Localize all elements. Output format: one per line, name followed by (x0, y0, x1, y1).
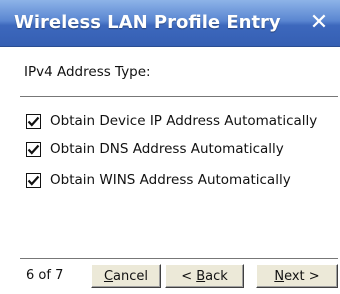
back-accel: B (196, 268, 206, 284)
cancel-button[interactable]: Cancel (91, 264, 161, 288)
obtain-device-ip-checkbox[interactable]: Obtain Device IP Address Automatically (26, 111, 317, 131)
checkbox-box[interactable] (26, 172, 41, 188)
checkbox-box[interactable] (26, 141, 41, 157)
window-title: Wireless LAN Profile Entry (14, 12, 281, 33)
next-rest: ext > (284, 268, 320, 284)
obtain-dns-label: Obtain DNS Address Automatically (50, 141, 284, 157)
next-button[interactable]: Next > (256, 264, 338, 288)
back-rest: ack (205, 268, 228, 284)
back-prefix: < (181, 268, 197, 284)
obtain-device-ip-label: Obtain Device IP Address Automatically (50, 113, 318, 129)
next-accel: N (274, 268, 285, 284)
ipv4-address-type-label: IPv4 Address Type: (24, 64, 151, 80)
checkbox-box[interactable] (26, 113, 41, 129)
obtain-dns-checkbox[interactable]: Obtain DNS Address Automatically (26, 139, 284, 159)
top-divider (20, 96, 338, 97)
obtain-wins-checkbox[interactable]: Obtain WINS Address Automatically (26, 170, 291, 190)
checkmark-icon (27, 116, 40, 127)
cancel-accel: C (103, 268, 114, 284)
wizard-footer: 6 of 7 Cancel < Back Next > (0, 262, 340, 294)
checkmark-icon (27, 175, 40, 186)
obtain-wins-label: Obtain WINS Address Automatically (50, 172, 291, 188)
close-icon[interactable]: ✕ (306, 9, 332, 35)
page-indicator: 6 of 7 (26, 268, 64, 283)
title-bar: Wireless LAN Profile Entry ✕ (0, 0, 340, 47)
cancel-rest: ancel (113, 268, 149, 284)
checkmark-icon (27, 144, 40, 155)
back-button[interactable]: < Back (165, 264, 244, 288)
bottom-divider (20, 258, 338, 259)
